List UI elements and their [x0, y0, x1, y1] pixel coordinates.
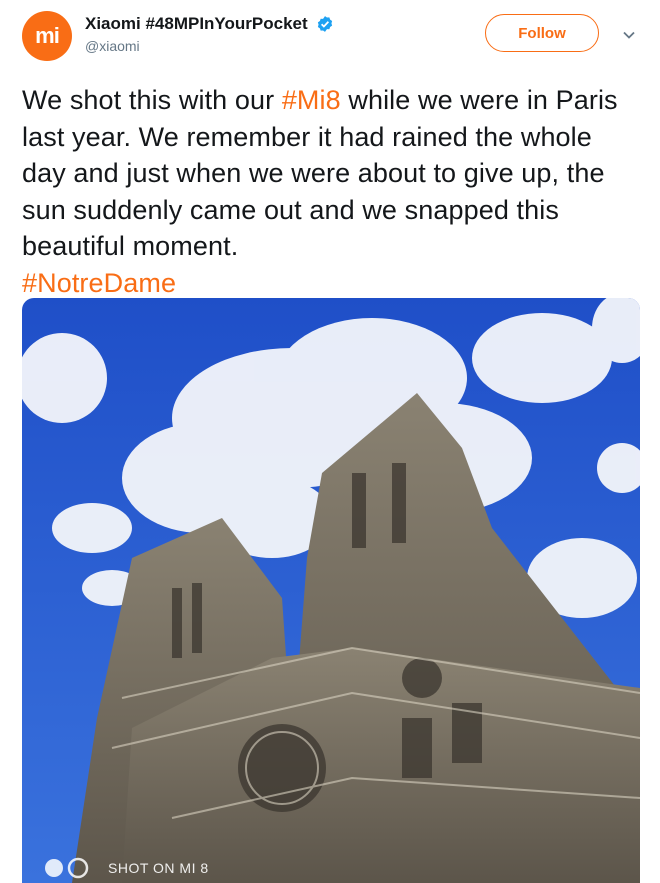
hashtag-mi8[interactable]: #Mi8 [282, 85, 341, 115]
avatar[interactable]: mi [22, 11, 72, 61]
handle[interactable]: @xiaomi [85, 38, 334, 54]
tweet-header: mi Xiaomi #48MPInYourPocket @xiaomi Foll… [22, 8, 642, 64]
chevron-down-icon[interactable] [622, 28, 636, 42]
verified-badge-icon [317, 16, 333, 32]
avatar-logo: mi [35, 23, 60, 48]
camera-lens-icon [45, 857, 89, 879]
notre-dame-photo [22, 298, 640, 883]
hashtag-notredame[interactable]: #NotreDame [22, 268, 176, 298]
tweet-text-part1: We shot this with our [22, 85, 282, 115]
photo-watermark: SHOT ON MI 8 [42, 856, 209, 880]
tweet-text: We shot this with our #Mi8 while we were… [22, 82, 632, 302]
display-name[interactable]: Xiaomi #48MPInYourPocket [85, 14, 308, 34]
watermark-text: SHOT ON MI 8 [108, 860, 209, 876]
account-names: Xiaomi #48MPInYourPocket @xiaomi [85, 14, 334, 54]
tweet-photo[interactable] [22, 298, 640, 883]
follow-button[interactable]: Follow [485, 14, 599, 52]
